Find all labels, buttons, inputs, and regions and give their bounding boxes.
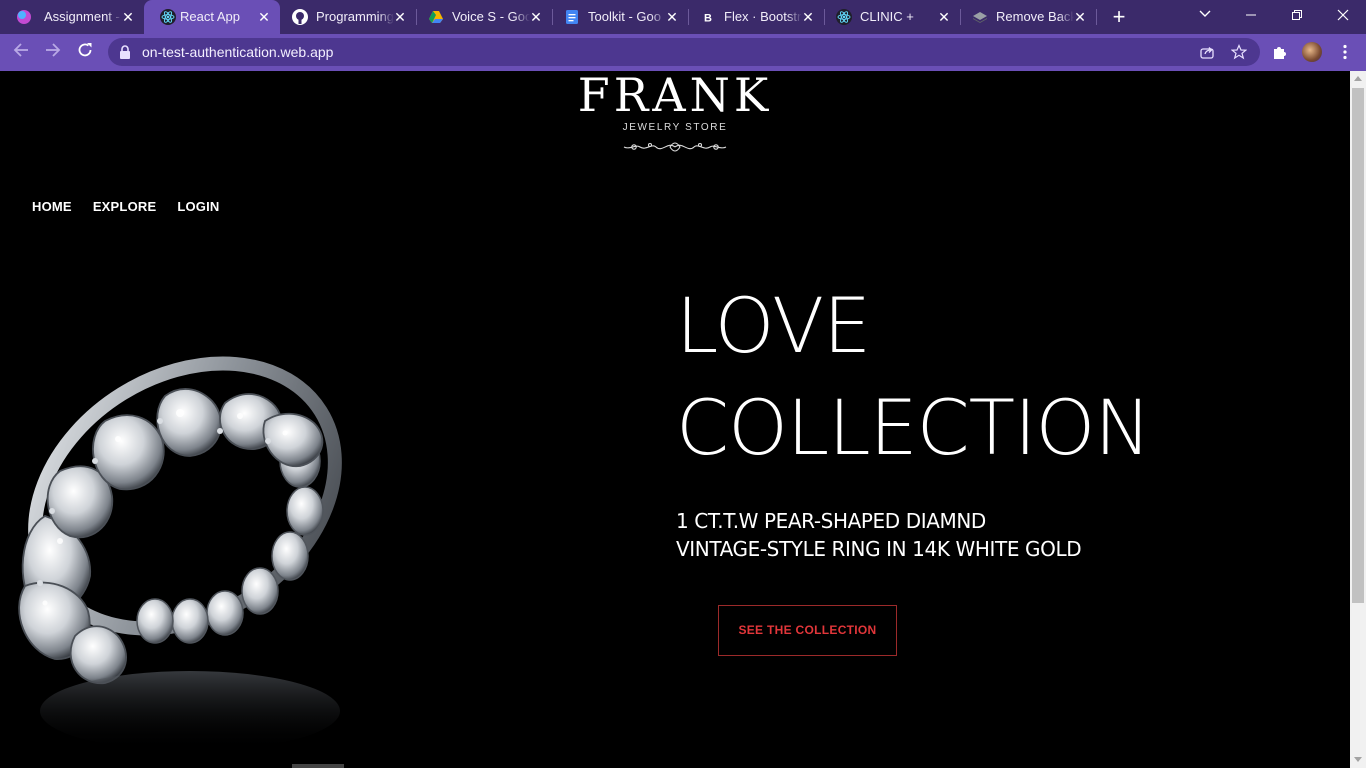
tab-toolkit[interactable]: Toolkit - Goo ✕ <box>552 0 688 34</box>
logo-tagline: JEWELRY STORE <box>622 122 728 133</box>
horizontal-scroll-hint <box>292 764 344 768</box>
close-tab-icon[interactable]: ✕ <box>528 9 544 25</box>
main-nav: HOME EXPLORE LOGIN <box>32 199 220 214</box>
new-tab-button[interactable]: + <box>1108 6 1130 28</box>
close-tab-icon[interactable]: ✕ <box>392 9 408 25</box>
close-window-button[interactable] <box>1333 6 1353 26</box>
diamond-ring-image <box>18 356 342 751</box>
profile-avatar[interactable] <box>1302 42 1322 62</box>
close-tab-icon[interactable]: ✕ <box>664 9 680 25</box>
tab-title: Programming <box>316 9 394 24</box>
nav-explore-link[interactable]: EXPLORE <box>93 199 157 214</box>
close-icon <box>1337 9 1349 21</box>
bookmark-star-icon[interactable] <box>1230 44 1248 60</box>
address-bar[interactable]: on-test-authentication.web.app <box>108 38 1260 66</box>
chevron-down-icon <box>1199 10 1211 17</box>
tab-title: Flex · Bootstra <box>724 9 802 24</box>
close-tab-icon[interactable]: ✕ <box>256 9 272 25</box>
tab-title: Remove Backg <box>996 9 1074 24</box>
nav-home-link[interactable]: HOME <box>32 199 72 214</box>
scrollbar-thumb[interactable] <box>1352 88 1364 603</box>
minimize-button[interactable] <box>1241 6 1261 26</box>
scroll-up-arrow-icon[interactable] <box>1354 76 1362 81</box>
hero-subtitle: 1 CT.T.W PEAR-SHAPED DIAMND VINTAGE-STYL… <box>676 507 1082 563</box>
close-tab-icon[interactable]: ✕ <box>936 9 952 25</box>
minimize-icon <box>1246 14 1256 16</box>
tab-clinic[interactable]: CLINIC + ✕ <box>824 0 960 34</box>
site-logo[interactable]: FRANK JEWELRY STORE <box>570 71 780 161</box>
drive-icon <box>428 9 444 25</box>
close-tab-icon[interactable]: ✕ <box>1072 9 1088 25</box>
tab-react-app[interactable]: React App ✕ <box>144 0 280 34</box>
hero-subtitle-line: VINTAGE-STYLE RING IN 14K WHITE GOLD <box>676 537 1082 561</box>
more-menu-icon[interactable] <box>1336 43 1354 61</box>
arrow-left-icon <box>13 43 28 57</box>
tab-programming[interactable]: Programming ✕ <box>280 0 416 34</box>
react-icon <box>836 9 852 25</box>
restore-icon <box>1292 10 1302 20</box>
hero-title-line: LOVE <box>676 281 871 370</box>
tab-title: CLINIC + <box>860 9 914 24</box>
extensions-puzzle-icon[interactable] <box>1271 43 1289 61</box>
hero-title: LOVE COLLECTION <box>676 275 1151 479</box>
tab-title: React App <box>180 9 240 24</box>
page-viewport: FRANK JEWELRY STORE HOME EXPLORE LOGIN L… <box>0 71 1350 768</box>
browser-toolbar: on-test-authentication.web.app <box>0 34 1366 70</box>
tab-assignment[interactable]: Assignment - ✕ <box>0 0 144 34</box>
react-icon <box>160 9 176 25</box>
tab-flex-bootstrap[interactable]: B Flex · Bootstra ✕ <box>688 0 824 34</box>
reload-button[interactable] <box>74 41 96 63</box>
svg-text:B: B <box>704 13 712 25</box>
github-icon <box>292 9 308 25</box>
tab-search-button[interactable] <box>1195 6 1215 26</box>
removebg-icon <box>972 9 988 25</box>
tab-separator <box>1096 9 1097 25</box>
tab-title: Voice S - Goo <box>452 9 530 24</box>
close-tab-icon[interactable]: ✕ <box>800 9 816 25</box>
hero-title-line: COLLECTION <box>676 383 1151 472</box>
tab-title: Assignment - <box>44 9 120 24</box>
see-collection-button[interactable]: SEE THE COLLECTION <box>718 605 897 656</box>
tab-remove-background[interactable]: Remove Backg ✕ <box>960 0 1096 34</box>
lock-icon <box>118 44 132 60</box>
arrow-right-icon <box>46 43 61 57</box>
share-icon[interactable] <box>1199 44 1215 60</box>
tab-voice-s[interactable]: Voice S - Goo ✕ <box>416 0 552 34</box>
forward-button[interactable] <box>42 41 64 63</box>
ornament-flourish-icon <box>623 142 727 152</box>
browser-tab-strip: Assignment - ✕ React App ✕ Programming ✕… <box>0 0 1366 34</box>
nav-login-link[interactable]: LOGIN <box>177 199 219 214</box>
gradient-circle-icon <box>16 9 32 25</box>
close-tab-icon[interactable]: ✕ <box>120 9 136 25</box>
back-button[interactable] <box>10 41 32 63</box>
scroll-down-arrow-icon[interactable] <box>1354 757 1362 762</box>
hero-subtitle-line: 1 CT.T.W PEAR-SHAPED DIAMND <box>676 509 986 533</box>
restore-button[interactable] <box>1287 6 1307 26</box>
tab-title: Toolkit - Goo <box>588 9 661 24</box>
docs-icon <box>564 9 580 25</box>
logo-brand: FRANK <box>577 71 773 122</box>
bootstrap-icon: B <box>700 9 716 25</box>
reload-icon <box>78 43 92 57</box>
url-text: on-test-authentication.web.app <box>142 44 334 60</box>
